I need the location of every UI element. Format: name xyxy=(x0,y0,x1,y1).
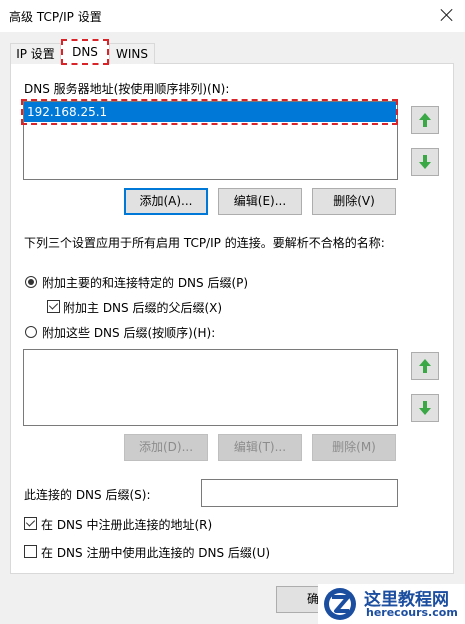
remove-dns-button[interactable]: 删除(V) xyxy=(312,188,396,215)
tab-wins[interactable]: WINS xyxy=(109,43,155,64)
these-suffixes-label: 附加这些 DNS 后缀(按顺序)(H): xyxy=(42,326,216,340)
register-address-checkbox[interactable] xyxy=(24,517,37,530)
selection-highlight-outline xyxy=(21,99,398,125)
move-up-button[interactable] xyxy=(411,106,439,134)
parent-suffix-checkbox[interactable] xyxy=(47,300,60,313)
add-suffix-button[interactable]: 添加(D)... xyxy=(124,434,208,461)
primary-suffix-label: 附加主要的和连接特定的 DNS 后缀(P) xyxy=(42,276,249,290)
move-down-button[interactable] xyxy=(411,148,439,176)
close-icon[interactable] xyxy=(438,6,456,24)
watermark-url: herecours.com xyxy=(366,606,458,619)
suffix-move-up-button[interactable] xyxy=(411,352,439,380)
window-title: 高级 TCP/IP 设置 xyxy=(9,10,102,24)
arrow-down-icon xyxy=(419,401,431,415)
add-dns-button[interactable]: 添加(A)... xyxy=(124,188,208,215)
tab-ip-settings[interactable]: IP 设置 xyxy=(10,43,61,64)
watermark-logo-icon xyxy=(324,588,356,620)
register-address-label: 在 DNS 中注册此连接的地址(R) xyxy=(41,518,213,532)
resolution-description: 下列三个设置应用于所有启用 TCP/IP 的连接。要解析不合格的名称: xyxy=(24,236,385,250)
edit-suffix-button[interactable]: 编辑(T)... xyxy=(218,434,302,461)
edit-dns-button[interactable]: 编辑(E)... xyxy=(218,188,302,215)
parent-suffix-label: 附加主 DNS 后缀的父后缀(X) xyxy=(63,301,223,315)
suffix-move-down-button[interactable] xyxy=(411,394,439,422)
connection-suffix-label: 此连接的 DNS 后缀(S): xyxy=(24,488,151,502)
dns-suffix-list[interactable] xyxy=(23,349,398,426)
use-suffix-label: 在 DNS 注册中使用此连接的 DNS 后缀(U) xyxy=(41,546,271,560)
arrow-up-icon xyxy=(419,113,431,127)
remove-suffix-button[interactable]: 删除(M) xyxy=(312,434,396,461)
connection-suffix-input[interactable] xyxy=(201,479,398,507)
primary-suffix-radio[interactable] xyxy=(25,276,37,288)
dns-server-list-label: DNS 服务器地址(按使用顺序排列)(N): xyxy=(24,82,230,96)
use-suffix-checkbox[interactable] xyxy=(24,545,37,558)
these-suffixes-radio[interactable] xyxy=(25,326,37,338)
arrow-up-icon xyxy=(419,359,431,373)
tab-dns[interactable]: DNS xyxy=(61,39,109,65)
arrow-down-icon xyxy=(419,155,431,169)
